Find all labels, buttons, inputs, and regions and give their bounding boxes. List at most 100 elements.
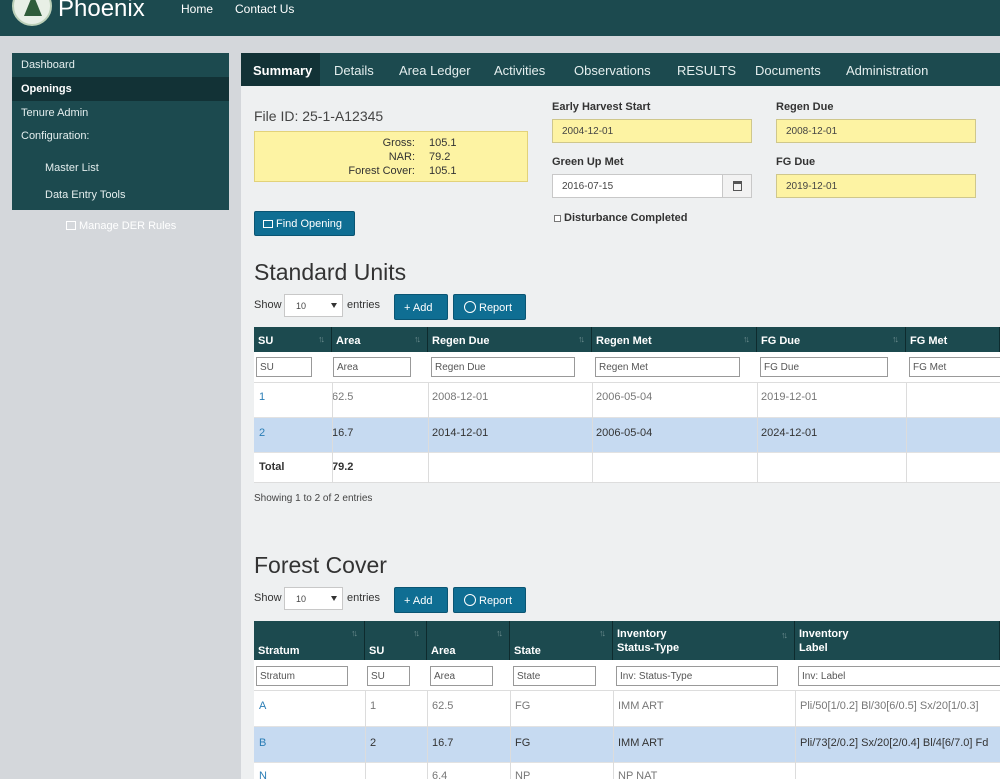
- fc-filter-stratum[interactable]: Stratum: [256, 666, 348, 686]
- fc-cell-state: FG: [515, 737, 531, 749]
- sidebar-menu: Dashboard Openings Tenure Admin Configur…: [12, 53, 229, 210]
- su-cell-regen-due: 2014-12-01: [432, 427, 489, 439]
- fc-col-su[interactable]: SU ↑↓: [365, 621, 427, 660]
- tab-details[interactable]: Details: [334, 53, 374, 86]
- sidebar-item-data-entry-tools[interactable]: Data Entry Tools: [12, 183, 229, 207]
- su-report-button[interactable]: Report: [453, 294, 526, 320]
- table-row[interactable]: 1 62.5 2008-12-01 2006-05-04 2019-12-01: [254, 383, 1000, 418]
- disturbance-checkbox[interactable]: [554, 215, 561, 222]
- top-navbar: Phoenix Home Contact Us: [0, 0, 1000, 36]
- tab-summary[interactable]: Summary: [241, 53, 320, 86]
- sort-icon: ↑↓: [892, 334, 899, 344]
- chevron-down-icon: [331, 303, 337, 308]
- fc-report-button[interactable]: Report: [453, 587, 526, 613]
- fc-filter-area[interactable]: Area: [430, 666, 493, 686]
- column-divider: [906, 383, 907, 483]
- tab-results[interactable]: RESULTS: [677, 53, 736, 86]
- fc-cell-state: NP: [515, 770, 531, 779]
- find-opening-button[interactable]: Find Opening: [254, 211, 355, 236]
- su-col-area[interactable]: Area ↑↓: [332, 327, 428, 352]
- su-filter-regen-due[interactable]: Regen Due: [431, 357, 575, 377]
- sidebar-item-tenure-admin[interactable]: Tenure Admin: [12, 101, 229, 125]
- su-cell-su[interactable]: 1: [259, 391, 265, 403]
- fc-cell-area: 6.4: [432, 770, 448, 779]
- sort-icon: ↑↓: [318, 334, 325, 344]
- column-divider: [795, 691, 796, 779]
- fc-cell-stratum[interactable]: A: [259, 700, 266, 712]
- su-col-fg-met[interactable]: FG Met: [906, 327, 1000, 352]
- su-total-area: 79.2: [332, 461, 354, 473]
- su-filter-fg-met[interactable]: FG Met: [909, 357, 1000, 377]
- fc-add-button[interactable]: + Add: [394, 587, 448, 613]
- fc-col-inv-status-type[interactable]: Inventory Status-Type ↑↓: [613, 621, 795, 660]
- nar-value: 79.2: [429, 151, 451, 163]
- su-filter-su[interactable]: SU: [256, 357, 312, 377]
- column-divider: [757, 383, 758, 483]
- sidebar-item-master-list[interactable]: Master List: [12, 156, 229, 180]
- fc-entries-value: 10: [296, 594, 307, 604]
- fc-col-stratum[interactable]: Stratum ↑↓: [254, 621, 365, 660]
- su-filter-regen-met[interactable]: Regen Met: [595, 357, 740, 377]
- phoenix-logo[interactable]: [12, 0, 52, 26]
- list-icon: [263, 220, 273, 228]
- fc-filter-inv-label[interactable]: Inv: Label: [798, 666, 1000, 686]
- tab-documents[interactable]: Documents: [755, 53, 821, 86]
- su-col-su[interactable]: SU ↑↓: [254, 327, 332, 352]
- fg-due-field[interactable]: 2019-12-01: [776, 174, 976, 198]
- external-link-icon: [66, 221, 76, 230]
- regen-due-label: Regen Due: [776, 101, 834, 113]
- su-col-regen-due[interactable]: Regen Due ↑↓: [428, 327, 592, 352]
- fc-cell-stratum[interactable]: B: [259, 737, 266, 749]
- find-opening-label: Find Opening: [276, 218, 343, 230]
- su-filter-area[interactable]: Area: [333, 357, 411, 377]
- fc-col-state[interactable]: State ↑↓: [510, 621, 613, 660]
- su-add-label: Add: [412, 302, 433, 314]
- su-cell-su[interactable]: 2: [259, 427, 265, 439]
- early-harvest-field[interactable]: 2004-12-01: [552, 119, 752, 143]
- tab-activities[interactable]: Activities: [494, 53, 545, 86]
- su-add-button[interactable]: + Add: [394, 294, 448, 320]
- su-cell-area: 16.7: [332, 427, 354, 439]
- tab-area-ledger[interactable]: Area Ledger: [399, 53, 471, 86]
- sidebar-item-dashboard[interactable]: Dashboard: [12, 53, 229, 77]
- fc-cell-su: 2: [370, 737, 377, 749]
- fc-cell-stratum[interactable]: N: [259, 770, 267, 779]
- column-divider: [332, 383, 333, 483]
- fc-col-stratum-label: Stratum: [258, 645, 300, 657]
- su-filter-fg-due[interactable]: FG Due: [760, 357, 888, 377]
- table-row[interactable]: 2 16.7 2014-12-01 2006-05-04 2024-12-01: [254, 418, 1000, 453]
- su-col-fg-due[interactable]: FG Due ↑↓: [757, 327, 906, 352]
- tab-observations[interactable]: Observations: [574, 53, 651, 86]
- fc-col-inv-label[interactable]: Inventory Label: [795, 621, 1000, 660]
- green-up-field[interactable]: 2016-07-15: [552, 174, 723, 198]
- fc-col-area[interactable]: Area ↑↓: [427, 621, 510, 660]
- forest-cover-label: Forest Cover:: [348, 165, 415, 177]
- fc-filter-inv-status-type[interactable]: Inv: Status-Type: [616, 666, 778, 686]
- tab-administration[interactable]: Administration: [846, 53, 928, 86]
- gross-value: 105.1: [429, 137, 457, 149]
- brand-name[interactable]: Phoenix: [58, 0, 145, 23]
- sort-icon: ↑↓: [414, 334, 421, 344]
- nav-home-link[interactable]: Home: [181, 2, 213, 16]
- manage-der-rules-link[interactable]: Manage DER Rules: [66, 220, 176, 232]
- calendar-button[interactable]: [722, 174, 752, 198]
- sidebar-item-configuration: Configuration:: [21, 130, 90, 142]
- su-col-regen-met[interactable]: Regen Met ↑↓: [592, 327, 757, 352]
- plus-icon: +: [404, 302, 413, 314]
- su-col-fg-met-label: FG Met: [910, 335, 948, 347]
- fc-entries-select[interactable]: 10: [284, 587, 343, 610]
- fc-cell-area: 16.7: [432, 737, 454, 749]
- sidebar-item-openings[interactable]: Openings: [12, 77, 229, 101]
- sort-icon: ↑↓: [351, 628, 358, 638]
- fc-filter-state[interactable]: State: [513, 666, 596, 686]
- fc-cell-inv-status-type: IMM ART: [618, 700, 664, 712]
- su-entries-select[interactable]: 10: [284, 294, 343, 317]
- fc-cell-inv-status-type: IMM ART: [618, 737, 664, 749]
- nav-contact-link[interactable]: Contact Us: [235, 2, 294, 16]
- su-col-regen-met-label: Regen Met: [596, 335, 652, 347]
- area-summary-box: Gross: 105.1 NAR: 79.2 Forest Cover: 105…: [254, 131, 528, 182]
- table-total-row: Total 79.2: [254, 453, 1000, 483]
- fc-filter-su[interactable]: SU: [367, 666, 410, 686]
- regen-due-field[interactable]: 2008-12-01: [776, 119, 976, 143]
- fc-col-area-label: Area: [431, 645, 456, 657]
